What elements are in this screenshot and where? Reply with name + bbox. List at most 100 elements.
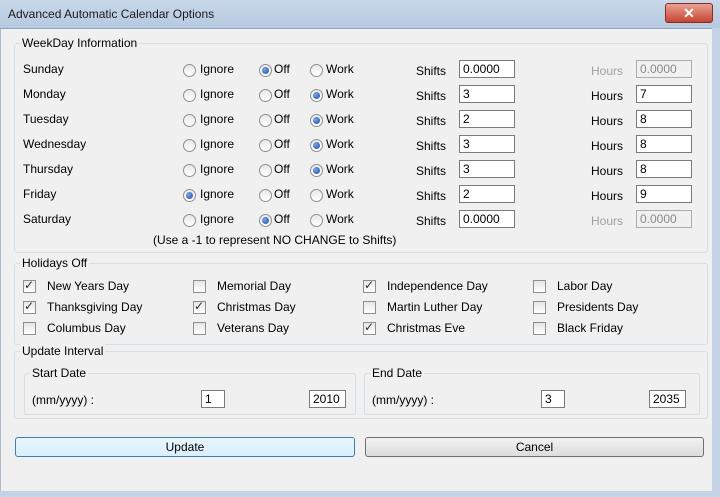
- radio-work-sunday[interactable]: [310, 64, 323, 77]
- radio-label-work[interactable]: Work: [326, 162, 354, 176]
- radio-label-work[interactable]: Work: [326, 62, 354, 76]
- shifts-input-monday[interactable]: 3: [459, 85, 515, 103]
- radio-off-sunday[interactable]: [259, 64, 272, 77]
- radio-label-ignore[interactable]: Ignore: [200, 162, 234, 176]
- shifts-input-sunday[interactable]: 0.0000: [459, 60, 515, 78]
- radio-ignore-thursday[interactable]: [183, 164, 196, 177]
- radio-label-off[interactable]: Off: [274, 187, 290, 201]
- holiday-checkbox-thanksgiving-day[interactable]: [23, 299, 36, 314]
- hours-input-thursday[interactable]: 8: [636, 160, 692, 178]
- shifts-label: Shifts: [416, 114, 447, 128]
- radio-off-saturday[interactable]: [259, 214, 272, 227]
- holiday-checkbox-labor-day[interactable]: [533, 280, 546, 293]
- holiday-label-presidents-day[interactable]: Presidents Day: [557, 300, 638, 314]
- shifts-input-thursday[interactable]: 3: [459, 160, 515, 178]
- shifts-label: Shifts: [416, 64, 447, 78]
- radio-ignore-wednesday[interactable]: [183, 139, 196, 152]
- holiday-label-thanksgiving-day[interactable]: Thanksgiving Day: [47, 300, 142, 314]
- holiday-checkbox-martin-luther-day[interactable]: [363, 301, 376, 314]
- radio-label-ignore[interactable]: Ignore: [200, 112, 234, 126]
- radio-ignore-saturday[interactable]: [183, 214, 196, 227]
- day-label: Tuesday: [23, 112, 69, 126]
- shifts-label: Shifts: [416, 89, 447, 103]
- hours-input-monday[interactable]: 7: [636, 85, 692, 103]
- holiday-checkbox-memorial-day[interactable]: [193, 280, 206, 293]
- holiday-checkbox-veterans-day[interactable]: [193, 322, 206, 335]
- holiday-checkbox-christmas-eve[interactable]: [363, 320, 376, 335]
- holiday-checkbox-independence-day[interactable]: [363, 278, 376, 293]
- radio-label-ignore[interactable]: Ignore: [200, 212, 234, 226]
- holiday-checkbox-black-friday[interactable]: [533, 322, 546, 335]
- holiday-label-independence-day[interactable]: Independence Day: [387, 279, 488, 293]
- holiday-label-labor-day[interactable]: Labor Day: [557, 279, 612, 293]
- day-label: Sunday: [23, 62, 64, 76]
- hours-label: Hours: [591, 189, 624, 203]
- end-month-input[interactable]: 3: [541, 390, 565, 408]
- radio-work-tuesday[interactable]: [310, 114, 323, 127]
- radio-label-off[interactable]: Off: [274, 62, 290, 76]
- radio-off-friday[interactable]: [259, 189, 272, 202]
- shifts-input-friday[interactable]: 2: [459, 185, 515, 203]
- end-date-legend: End Date: [370, 366, 425, 380]
- radio-ignore-monday[interactable]: [183, 89, 196, 102]
- radio-work-thursday[interactable]: [310, 164, 323, 177]
- holiday-checkbox-columbus-day[interactable]: [23, 322, 36, 335]
- radio-ignore-friday[interactable]: [183, 189, 196, 202]
- start-year-input[interactable]: 2010: [309, 390, 346, 408]
- radio-off-thursday[interactable]: [259, 164, 272, 177]
- radio-label-work[interactable]: Work: [326, 112, 354, 126]
- radio-label-work[interactable]: Work: [326, 137, 354, 151]
- window-title: Advanced Automatic Calendar Options: [8, 7, 215, 21]
- shifts-input-saturday[interactable]: 0.0000: [459, 210, 515, 228]
- close-button[interactable]: ✕: [665, 3, 713, 23]
- hours-input-friday[interactable]: 9: [636, 185, 692, 203]
- cancel-button[interactable]: Cancel: [365, 437, 704, 457]
- radio-work-friday[interactable]: [310, 189, 323, 202]
- start-date-legend: Start Date: [30, 366, 89, 380]
- radio-label-work[interactable]: Work: [326, 87, 354, 101]
- hours-input-tuesday[interactable]: 8: [636, 110, 692, 128]
- holiday-checkbox-christmas-day[interactable]: [193, 299, 206, 314]
- day-label: Thursday: [23, 162, 74, 176]
- holiday-label-christmas-day[interactable]: Christmas Day: [217, 300, 296, 314]
- radio-label-ignore[interactable]: Ignore: [200, 62, 234, 76]
- holiday-label-new-years-day[interactable]: New Years Day: [47, 279, 129, 293]
- holiday-label-memorial-day[interactable]: Memorial Day: [217, 279, 291, 293]
- start-month-input[interactable]: 1: [201, 390, 225, 408]
- radio-off-monday[interactable]: [259, 89, 272, 102]
- weekday-group-legend: WeekDay Information: [20, 36, 140, 50]
- hours-label: Hours: [591, 64, 624, 78]
- hours-input-wednesday[interactable]: 8: [636, 135, 692, 153]
- radio-ignore-tuesday[interactable]: [183, 114, 196, 127]
- radio-label-work[interactable]: Work: [326, 187, 354, 201]
- shifts-input-tuesday[interactable]: 2: [459, 110, 515, 128]
- radio-label-off[interactable]: Off: [274, 87, 290, 101]
- radio-label-off[interactable]: Off: [274, 137, 290, 151]
- radio-off-wednesday[interactable]: [259, 139, 272, 152]
- holiday-label-black-friday[interactable]: Black Friday: [557, 321, 623, 335]
- radio-label-off[interactable]: Off: [274, 212, 290, 226]
- update-button[interactable]: Update: [15, 437, 355, 457]
- radio-label-ignore[interactable]: Ignore: [200, 187, 234, 201]
- holiday-label-columbus-day[interactable]: Columbus Day: [47, 321, 126, 335]
- holiday-checkbox-new-years-day[interactable]: [23, 278, 36, 293]
- radio-label-off[interactable]: Off: [274, 162, 290, 176]
- radio-label-off[interactable]: Off: [274, 112, 290, 126]
- radio-ignore-sunday[interactable]: [183, 64, 196, 77]
- holiday-checkbox-presidents-day[interactable]: [533, 301, 546, 314]
- day-label: Wednesday: [23, 137, 87, 151]
- radio-work-monday[interactable]: [310, 89, 323, 102]
- radio-label-work[interactable]: Work: [326, 212, 354, 226]
- day-label: Saturday: [23, 212, 72, 226]
- radio-work-saturday[interactable]: [310, 214, 323, 227]
- radio-work-wednesday[interactable]: [310, 139, 323, 152]
- radio-label-ignore[interactable]: Ignore: [200, 137, 234, 151]
- shifts-input-wednesday[interactable]: 3: [459, 135, 515, 153]
- shifts-note: (Use a -1 to represent NO CHANGE to Shif…: [153, 233, 397, 247]
- holiday-label-martin-luther-day[interactable]: Martin Luther Day: [387, 300, 482, 314]
- radio-off-tuesday[interactable]: [259, 114, 272, 127]
- end-year-input[interactable]: 2035: [649, 390, 686, 408]
- radio-label-ignore[interactable]: Ignore: [200, 87, 234, 101]
- holiday-label-christmas-eve[interactable]: Christmas Eve: [387, 321, 465, 335]
- holiday-label-veterans-day[interactable]: Veterans Day: [217, 321, 289, 335]
